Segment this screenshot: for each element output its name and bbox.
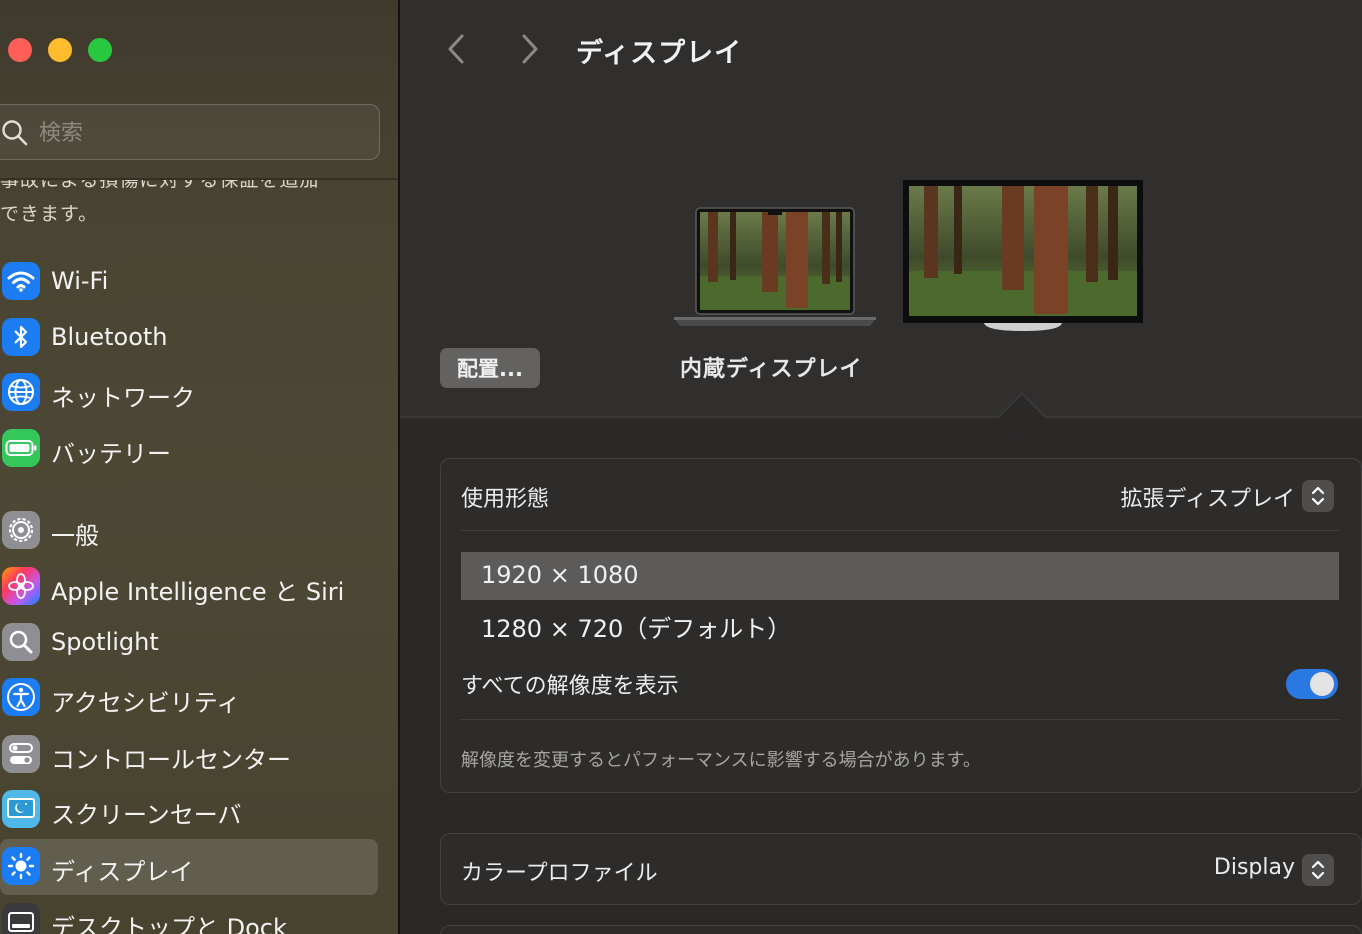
show-all-resolutions-label: すべての解像度を表示 (461, 674, 679, 699)
globe-icon (2, 373, 40, 411)
color-profile-stepper[interactable] (1302, 854, 1334, 886)
sidebar-item-desktop-dock[interactable]: デスクトップと Dock (0, 895, 378, 934)
wifi-icon (2, 262, 40, 300)
control-center-icon (2, 735, 40, 773)
arrange-button[interactable]: 配置... (440, 348, 540, 388)
sidebar-item-label: Wi-Fi (51, 267, 109, 295)
usage-separator-2 (461, 719, 1339, 720)
sidebar-item-general[interactable]: 一般 (0, 503, 378, 559)
sidebar-item-network[interactable]: ネットワーク (0, 365, 378, 421)
usage-value[interactable]: 拡張ディスプレイ (1121, 481, 1295, 513)
screensaver-icon (2, 790, 40, 828)
dock-icon (2, 903, 40, 934)
usage-separator (461, 530, 1339, 531)
sidebar-separator (0, 178, 398, 180)
chevron-updown-icon (1311, 860, 1325, 880)
builtin-display-label: 内蔵ディスプレイ (680, 357, 863, 382)
toggle-knob (1310, 672, 1334, 696)
sidebar-item-label: Bluetooth (51, 323, 168, 351)
close-window-button[interactable] (8, 38, 32, 62)
arrangement-border (400, 416, 1362, 418)
display-sun-icon (2, 847, 40, 885)
forward-button[interactable] (512, 30, 546, 68)
battery-icon (2, 429, 40, 467)
resolution-text: 1920 × 1080 (481, 561, 639, 589)
usage-popup-stepper[interactable] (1302, 480, 1334, 512)
external-display-thumbnail[interactable] (902, 179, 1144, 333)
page-title: ディスプレイ (576, 38, 743, 69)
search-field[interactable] (0, 104, 380, 160)
sidebar-item-battery[interactable]: バッテリー (0, 421, 378, 477)
builtin-display-thumbnail[interactable] (672, 206, 878, 330)
accessibility-icon (2, 678, 40, 716)
promo-notice: 事故による損傷に対する保証を追加 できます。 (0, 180, 398, 240)
sidebar-item-label: 一般 (51, 522, 99, 550)
color-profile-label: カラープロファイル (461, 861, 658, 886)
color-profile-value[interactable]: Display (1214, 855, 1295, 880)
back-button[interactable] (440, 30, 474, 68)
bluetooth-icon (2, 318, 40, 356)
sidebar-item-bluetooth[interactable]: Bluetooth (0, 310, 378, 366)
next-panel (440, 925, 1362, 934)
search-icon (2, 120, 28, 146)
show-all-resolutions-toggle[interactable] (1286, 669, 1338, 699)
siri-icon (2, 567, 40, 605)
sidebar-item-label: デスクトップと Dock (51, 914, 287, 934)
main-content: ディスプレイ 配置... 内蔵ディスプレイ 使用形態 拡張ディスプレイ 1920… (400, 0, 1362, 934)
sidebar-item-control-center[interactable]: コントロールセンター (0, 727, 378, 783)
gear-icon (2, 511, 40, 549)
magnifier-icon (2, 623, 40, 661)
resolution-option[interactable]: 1280 × 720（デフォルト） (461, 600, 1339, 648)
color-profile-panel: カラープロファイル Display (440, 833, 1362, 905)
sidebar-item-label: Spotlight (51, 628, 159, 656)
usage-panel: 使用形態 拡張ディスプレイ 1920 × 1080 1280 × 720（デフォ… (440, 458, 1362, 793)
sidebar-item-label: アクセシビリティ (51, 689, 241, 717)
sidebar: 事故による損傷に対する保証を追加 できます。 Wi-Fi Bluetooth (0, 0, 398, 934)
sidebar-item-spotlight[interactable]: Spotlight (0, 615, 378, 671)
sidebar-item-screensaver[interactable]: スクリーンセーバ (0, 782, 378, 838)
sidebar-item-label: ディスプレイ (51, 858, 194, 886)
minimize-window-button[interactable] (48, 38, 72, 62)
sidebar-item-label: ネットワーク (51, 384, 195, 412)
sidebar-item-siri[interactable]: Apple Intelligence と Siri (0, 559, 378, 615)
sidebar-item-label: Apple Intelligence と Siri (51, 578, 345, 606)
zoom-window-button[interactable] (88, 38, 112, 62)
sidebar-item-display[interactable]: ディスプレイ (0, 839, 378, 895)
sidebar-item-label: スクリーンセーバ (51, 801, 242, 829)
resolution-option-selected[interactable]: 1920 × 1080 (461, 552, 1339, 600)
resolution-note: 解像度を変更するとパフォーマンスに影響する場合があります。 (461, 750, 981, 771)
resolution-text: 1280 × 720（デフォルト） (481, 615, 792, 643)
search-input[interactable] (39, 115, 359, 151)
promo-text-line2: できます。 (0, 203, 99, 225)
sidebar-item-accessibility[interactable]: アクセシビリティ (0, 670, 378, 726)
sidebar-item-label: コントロールセンター (51, 746, 291, 774)
usage-label: 使用形態 (461, 487, 550, 512)
promo-text-line1: 事故による損傷に対する保証を追加 (0, 180, 320, 191)
sidebar-item-wifi[interactable]: Wi-Fi (0, 254, 378, 310)
sidebar-item-label: バッテリー (51, 440, 171, 468)
chevron-updown-icon (1311, 486, 1325, 506)
